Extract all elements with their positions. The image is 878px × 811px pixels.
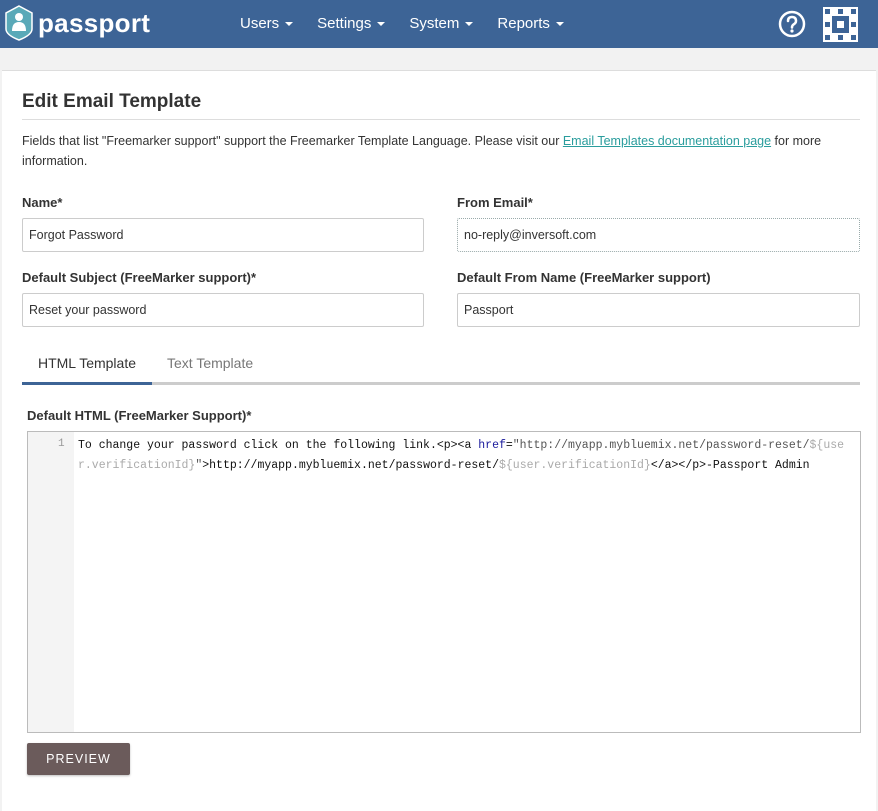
nav-users-menu[interactable]: Users — [228, 0, 305, 48]
nav-reports-menu[interactable]: Reports — [485, 0, 576, 48]
main-nav: Users Settings System Reports — [228, 0, 576, 48]
default-subject-input[interactable]: Reset your password — [22, 293, 424, 327]
nav-users-label: Users — [240, 15, 280, 32]
email-templates-doc-link[interactable]: Email Templates documentation page — [563, 134, 771, 148]
nav-system-label: System — [409, 15, 460, 32]
code-token: To change your password click on the fol… — [78, 439, 479, 452]
code-token: </a></p>-Passport Admin — [650, 459, 810, 472]
tab-text-template[interactable]: Text Template — [167, 347, 253, 382]
default-from-name-label: Default From Name (FreeMarker support) — [457, 270, 711, 285]
line-number: 1 — [58, 438, 65, 450]
passport-logo-icon — [5, 5, 33, 41]
default-html-label: Default HTML (FreeMarker Support)* — [27, 408, 252, 423]
nav-settings-label: Settings — [317, 15, 372, 32]
code-content[interactable]: To change your password click on the fol… — [78, 436, 848, 476]
name-label: Name* — [22, 195, 63, 210]
caret-down-icon — [465, 22, 474, 27]
help-icon[interactable] — [778, 10, 806, 38]
nav-settings-menu[interactable]: Settings — [305, 0, 397, 48]
content-panel: Edit Email Template Fields that list "Fr… — [2, 70, 876, 811]
nav-reports-label: Reports — [497, 15, 550, 32]
title-divider — [22, 119, 860, 120]
code-token: href — [478, 439, 506, 452]
editor-gutter: 1 — [28, 432, 74, 732]
tab-html-template[interactable]: HTML Template — [22, 347, 152, 385]
caret-down-icon — [285, 22, 294, 27]
template-tabs: HTML Template Text Template — [22, 347, 860, 385]
page-title: Edit Email Template — [22, 91, 202, 112]
top-navbar: passport Users Settings System Reports — [0, 0, 878, 48]
name-input[interactable]: Forgot Password — [22, 218, 424, 252]
caret-down-icon — [555, 22, 564, 27]
code-token: >http://myapp.mybluemix.net/password-res… — [202, 459, 499, 472]
code-token: ${user.verificationId} — [498, 459, 651, 472]
html-code-editor[interactable]: 1 To change your password click on the f… — [27, 431, 861, 733]
from-email-input[interactable]: no-reply@inversoft.com — [457, 218, 860, 252]
from-email-label: From Email* — [457, 195, 533, 210]
default-subject-label: Default Subject (FreeMarker support)* — [22, 270, 257, 285]
intro-text: Fields that list "Freemarker support" su… — [22, 131, 862, 171]
logo[interactable]: passport — [4, 5, 150, 41]
caret-down-icon — [377, 22, 386, 27]
user-avatar[interactable] — [823, 7, 858, 42]
preview-button[interactable]: PREVIEW — [27, 743, 130, 775]
code-token: = — [505, 439, 513, 452]
intro-text-start: Fields that list "Freemarker support" su… — [22, 134, 563, 148]
logo-text: passport — [38, 7, 151, 38]
nav-system-menu[interactable]: System — [397, 0, 485, 48]
default-from-name-input[interactable]: Passport — [457, 293, 860, 327]
code-token: "http://myapp.mybluemix.net/password-res… — [512, 439, 810, 452]
